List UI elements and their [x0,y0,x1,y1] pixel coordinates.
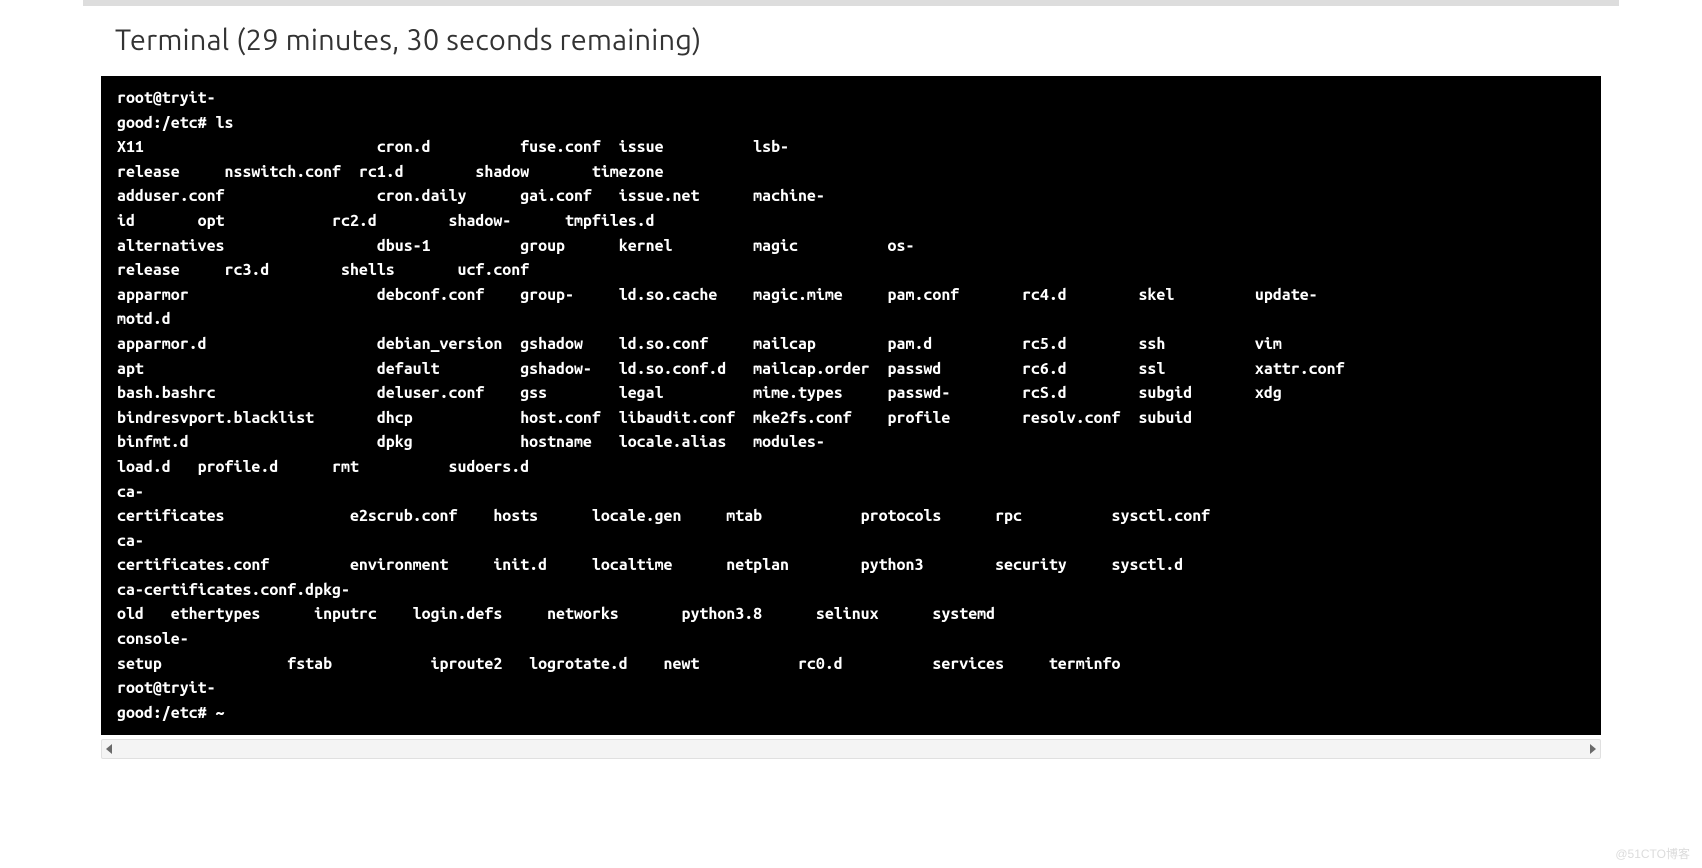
page-title: Terminal (29 minutes, 30 seconds remaini… [83,6,1619,76]
output-line: binfmt.d dpkg hostname locale.alias modu… [117,433,825,451]
output-line: motd.d [117,310,171,328]
output-line: load.d profile.d rmt sudoers.d [117,458,529,476]
prompt-line: root@tryit- [117,89,216,107]
output-line: ca- [117,483,144,501]
output-line: id opt rc2.d shadow- tmpfiles.d [117,212,655,230]
output-line: bindresvport.blacklist dhcp host.conf li… [117,409,1192,427]
terminal[interactable]: root@tryit- good:/etc# ls X11 cron.d fus… [101,76,1601,735]
output-line: adduser.conf cron.daily gai.conf issue.n… [117,187,825,205]
output-line: alternatives dbus-1 group kernel magic o… [117,237,914,255]
scroll-right-icon[interactable] [1590,744,1596,754]
terminal-frame: root@tryit- good:/etc# ls X11 cron.d fus… [101,76,1601,735]
watermark: @51CTO博客 [1615,845,1690,862]
output-line: release rc3.d shells ucf.conf [117,261,529,279]
prompt-line: good:/etc# ls [117,114,233,132]
output-line: setup fstab iproute2 logrotate.d newt rc… [117,655,1121,673]
output-line: X11 cron.d fuse.conf issue lsb- [117,138,789,156]
output-line: apt default gshadow- ld.so.conf.d mailca… [117,360,1345,378]
output-line: bash.bashrc deluser.conf gss legal mime.… [117,384,1282,402]
output-line: certificates e2scrub.conf hosts locale.g… [117,507,1210,525]
prompt-line: root@tryit- [117,679,216,697]
prompt-line: good:/etc# ~ [117,704,225,722]
output-line: apparmor debconf.conf group- ld.so.cache… [117,286,1318,304]
scroll-left-icon[interactable] [106,744,112,754]
output-line: release nsswitch.conf rc1.d shadow timez… [117,163,664,181]
output-line: old ethertypes inputrc login.defs networ… [117,605,995,623]
output-line: apparmor.d debian_version gshadow ld.so.… [117,335,1282,353]
output-line: console- [117,630,189,648]
page-container: Terminal (29 minutes, 30 seconds remaini… [83,0,1619,759]
horizontal-scrollbar[interactable] [101,739,1601,759]
output-line: ca-certificates.conf.dpkg- [117,581,350,599]
output-line: certificates.conf environment init.d loc… [117,556,1183,574]
output-line: ca- [117,532,144,550]
